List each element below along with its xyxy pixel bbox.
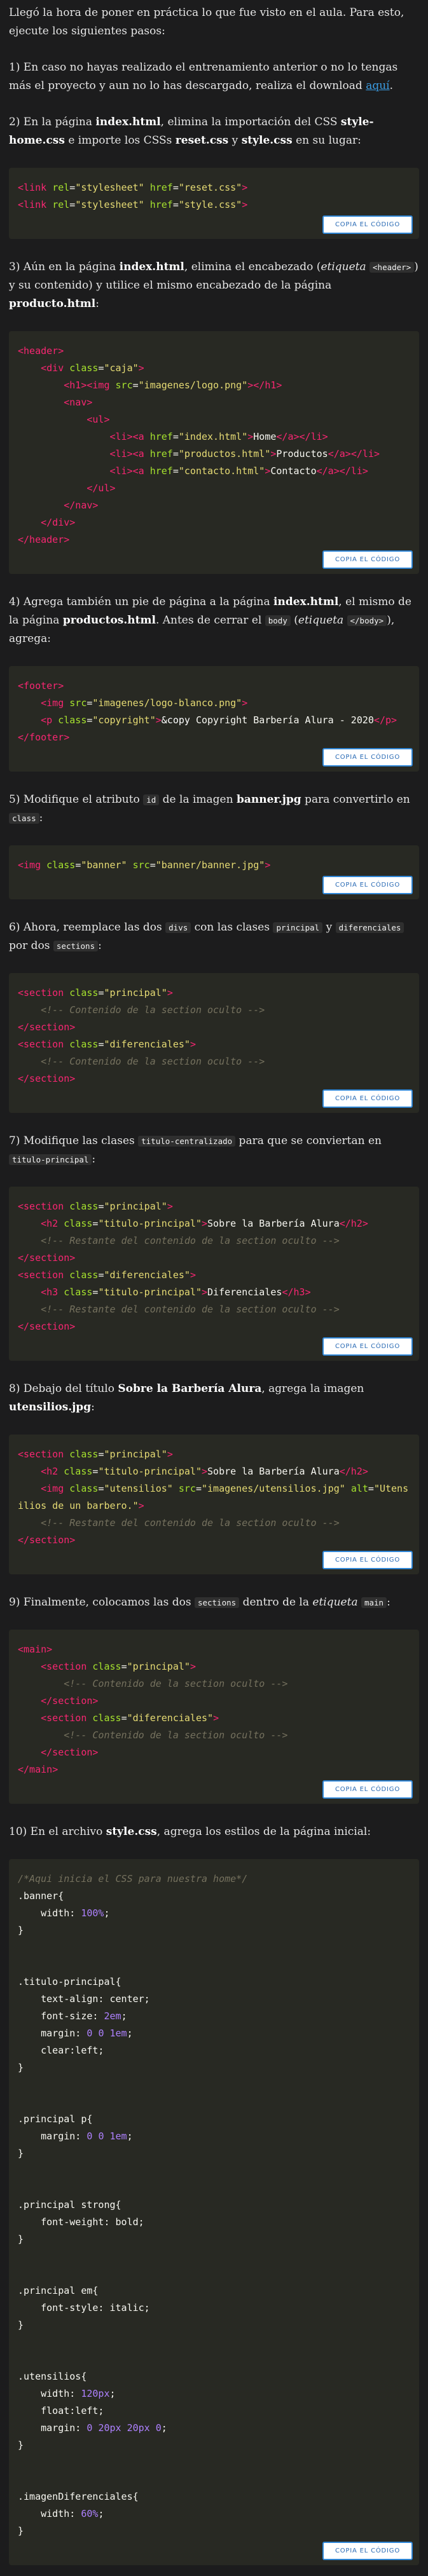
copy-code-button[interactable]: COPIA EL CÓDIGO <box>322 1337 413 1356</box>
code-block-utensilios: <section class="principal"> <h2 class="t… <box>9 1435 419 1574</box>
step-10-text: 10) En el archivo style.css, agrega los … <box>9 1825 371 1838</box>
copy-code-button[interactable]: COPIA EL CÓDIGO <box>322 876 413 894</box>
step-6-text: 6) Ahora, reemplace las dos divs con las… <box>9 918 419 955</box>
copy-code-button[interactable]: COPIA EL CÓDIGO <box>322 215 413 234</box>
code: <header> <div class="caja"> <h1><img src… <box>18 345 380 545</box>
copy-code-button[interactable]: COPIA EL CÓDIGO <box>322 550 413 569</box>
code: <section class="principal"> <!-- Conteni… <box>18 987 265 1084</box>
code: <section class="principal"> <h2 class="t… <box>18 1201 368 1332</box>
copy-code-button[interactable]: COPIA EL CÓDIGO <box>322 2542 413 2560</box>
code-block-link-css: <link rel="stylesheet" href="reset.css">… <box>9 168 419 239</box>
intro-text: Llegó la hora de poner en práctica lo qu… <box>9 6 404 37</box>
exercise-content: Llegó la hora de poner en práctica lo qu… <box>0 0 428 2565</box>
code-block-main: <main> <section class="principal"> <!-- … <box>9 1630 419 1804</box>
code-block-sections: <section class="principal"> <!-- Conteni… <box>9 973 419 1113</box>
code-block-header: <header> <div class="caja"> <h1><img src… <box>9 331 419 574</box>
step-3-text: 3) Aún en la página index.html, elimina … <box>9 261 418 310</box>
step-8-text: 8) Debajo del título Sobre la Barbería A… <box>9 1382 364 1414</box>
download-link[interactable]: aquí <box>366 79 389 92</box>
code: <img class="banner" src="banner/banner.j… <box>18 859 271 871</box>
step-7-text: 7) Modifique las clases titulo-centraliz… <box>9 1135 382 1166</box>
code-block-banner: <img class="banner" src="banner/banner.j… <box>9 845 419 899</box>
code-block-css: /*Aqui inicia el CSS para nuestra home*/… <box>9 1859 419 2565</box>
step-9-text: 9) Finalmente, colocamos las dos section… <box>9 1596 390 1609</box>
code-block-titulo-principal: <section class="principal"> <h2 class="t… <box>9 1187 419 1361</box>
code-block-footer: <footer> <img src="imagenes/logo-blanco.… <box>9 666 419 772</box>
code: <link rel="stylesheet" href="reset.css">… <box>18 182 248 210</box>
code: <main> <section class="principal"> <!-- … <box>18 1644 288 1775</box>
code: /*Aqui inicia el CSS para nuestra home*/… <box>18 1873 248 2537</box>
step-5-text: 5) Modifique el atributo id de la imagen… <box>9 793 410 824</box>
code: <footer> <img src="imagenes/logo-blanco.… <box>18 680 397 743</box>
copy-code-button[interactable]: COPIA EL CÓDIGO <box>322 748 413 767</box>
copy-code-button[interactable]: COPIA EL CÓDIGO <box>322 1089 413 1108</box>
step-4-text: 4) Agrega también un pie de página a la … <box>9 596 411 645</box>
step-2-text: 2) En la página index.html, elimina la i… <box>9 116 374 147</box>
code: <section class="principal"> <h2 class="t… <box>18 1448 409 1546</box>
step-1-text: 1) En caso no hayas realizado el entrena… <box>9 61 398 92</box>
copy-code-button[interactable]: COPIA EL CÓDIGO <box>322 1551 413 1569</box>
copy-code-button[interactable]: COPIA EL CÓDIGO <box>322 1780 413 1799</box>
